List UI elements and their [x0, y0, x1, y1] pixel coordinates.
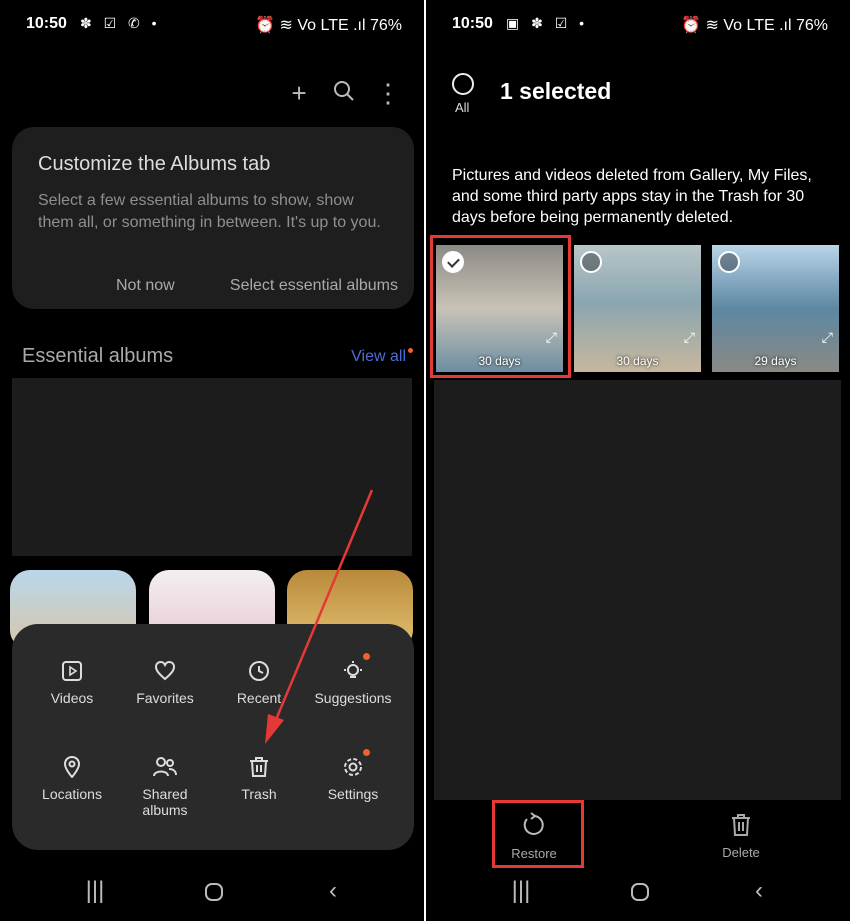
trash-photo[interactable]: ⤢ 29 days	[712, 245, 839, 372]
status-time: 10:50	[452, 15, 493, 32]
expand-icon[interactable]: ⤢	[684, 329, 695, 346]
notification-icons: ▣ ✽ ☑ •	[506, 15, 589, 31]
home-icon[interactable]	[625, 877, 655, 907]
back-icon[interactable]: ‹	[318, 877, 348, 907]
back-icon[interactable]: ‹	[744, 877, 774, 907]
trash-photo[interactable]: ⤢ 30 days	[574, 245, 701, 372]
delete-button[interactable]: Delete	[701, 813, 781, 860]
status-bar: 10:50 ▣ ✽ ☑ • ⏰ ≋ Vo LTE .ıl 76%	[426, 12, 850, 38]
highlight-box	[492, 800, 584, 868]
select-all-checkbox[interactable]	[452, 73, 474, 95]
photo-checkbox[interactable]	[718, 251, 740, 273]
system-status: ⏰ ≋ Vo LTE .ıl 76%	[681, 17, 828, 34]
delete-label: Delete	[722, 845, 760, 860]
system-nav-bar: ||| ‹	[426, 861, 850, 921]
system-nav-bar: ||| ‹	[0, 861, 424, 921]
highlight-box	[430, 235, 571, 378]
trash-selection-screen: 10:50 ▣ ✽ ☑ • ⏰ ≋ Vo LTE .ıl 76% All 1 s…	[426, 0, 850, 921]
recent-apps-icon[interactable]: |||	[80, 877, 110, 907]
recent-apps-icon[interactable]: |||	[506, 877, 536, 907]
days-remaining: 30 days	[616, 354, 659, 368]
home-icon[interactable]	[199, 877, 229, 907]
trash-info-text: Pictures and videos deleted from Gallery…	[452, 167, 812, 226]
empty-grid-area	[434, 380, 841, 800]
photo-checkbox[interactable]	[580, 251, 602, 273]
select-all-label: All	[455, 100, 470, 115]
instruction-arrow	[265, 489, 374, 744]
trash-icon	[732, 814, 750, 836]
gallery-albums-screen: 10:50 ✽ ☑ ✆ • ⏰ ≋ Vo LTE .ıl 76% + ⋮ Cus…	[0, 0, 424, 921]
expand-icon[interactable]: ⤢	[822, 329, 833, 346]
selection-count-title: 1 selected	[500, 78, 612, 104]
days-remaining: 29 days	[754, 354, 797, 368]
